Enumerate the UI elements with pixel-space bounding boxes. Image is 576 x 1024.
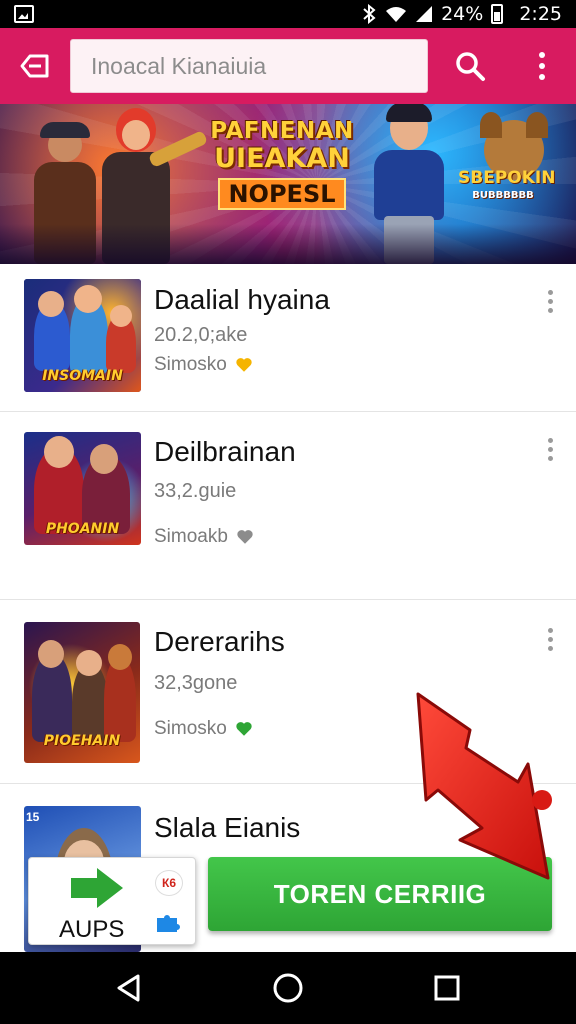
search-icon	[456, 52, 485, 81]
item-meta: 32,3gone	[154, 672, 238, 694]
battery-percent: 24%	[441, 3, 484, 25]
item-title: Dererarihs	[154, 626, 285, 657]
nav-home-button[interactable]	[256, 956, 320, 1020]
item-sub-label: Simosko	[154, 354, 227, 375]
play-arrow-icon	[71, 868, 123, 908]
nav-home-icon	[273, 973, 303, 1003]
game-thumbnail[interactable]: PIOEHAIN	[24, 622, 140, 763]
search-button[interactable]	[428, 28, 512, 104]
search-placeholder: Inoacal Kianaiuia	[91, 52, 267, 79]
heart-icon	[236, 722, 252, 736]
more-options-button[interactable]	[512, 28, 572, 104]
apps-label: AUPS	[59, 916, 125, 943]
item-more-button[interactable]	[540, 628, 560, 651]
wifi-icon	[386, 7, 407, 22]
app-bar: Inoacal Kianaiuia	[0, 28, 576, 104]
list-item[interactable]: INSOMAIN Daalial hyaina 20.2,0;ake Simos…	[0, 264, 576, 412]
thumb-caption: INSOMAIN	[42, 368, 123, 384]
item-title: Daalial hyaina	[154, 284, 330, 315]
battery-icon	[491, 4, 504, 24]
item-sub: Simoakb	[154, 526, 254, 548]
heart-icon	[237, 530, 253, 544]
more-vert-icon	[539, 52, 545, 80]
status-bar: 24% 2:25	[0, 0, 576, 28]
item-title: Deilbrainan	[154, 436, 296, 467]
heart-icon	[236, 358, 252, 372]
item-meta: 33,2.guie	[154, 480, 237, 502]
promo-banner[interactable]: PAFNENAN UIEAKAN NOPESL SBEPOKIN BUBBBBB…	[0, 104, 576, 264]
game-thumbnail[interactable]: PHOANIN	[24, 432, 141, 545]
item-sub-label: Simoakb	[154, 526, 228, 547]
nav-back-icon	[117, 974, 140, 1002]
nav-back-button[interactable]	[97, 956, 161, 1020]
apps-card[interactable]: К6 AUPS	[28, 857, 196, 945]
banner-badge: SBEPOKIN BUBBBBBB	[458, 168, 556, 201]
item-more-button[interactable]	[540, 438, 560, 461]
search-input[interactable]: Inoacal Kianaiuia	[70, 39, 428, 93]
item-sub: Simosko	[154, 718, 253, 740]
image-icon	[14, 5, 34, 23]
thumb-caption: PIOEHAIN	[43, 733, 121, 749]
nav-recents-icon	[434, 975, 460, 1001]
item-meta: 20.2,0;ake	[154, 324, 248, 346]
cta-label: TOREN CERRIIG	[273, 878, 487, 909]
badge-icon: К6	[155, 870, 183, 896]
thumb-caption: PHOANIN	[45, 521, 120, 537]
thumb-corner-label: 15	[26, 810, 40, 824]
puzzle-icon	[157, 915, 180, 932]
list-item[interactable]: PHOANIN Deilbrainan 33,2.guie Simoakb	[0, 412, 576, 600]
list-item[interactable]: PIOEHAIN Dererarihs 32,3gone Simosko	[0, 600, 576, 784]
navigation-bar	[0, 952, 576, 1024]
banner-title: PAFNENAN UIEAKAN NOPESL	[210, 118, 354, 210]
game-thumbnail[interactable]: INSOMAIN	[24, 279, 141, 392]
nav-recents-button[interactable]	[415, 956, 479, 1020]
item-title: Slala Eianis	[154, 812, 301, 843]
back-icon	[20, 54, 49, 78]
cta-button[interactable]: TOREN CERRIIG	[208, 857, 552, 931]
signal-icon	[416, 6, 433, 22]
item-sub-label: Simosko	[154, 718, 227, 739]
item-more-button[interactable]	[540, 290, 560, 313]
item-sub: Simosko	[154, 354, 253, 376]
bluetooth-icon	[363, 4, 376, 24]
clock: 2:25	[519, 3, 562, 25]
back-button[interactable]	[0, 28, 70, 104]
